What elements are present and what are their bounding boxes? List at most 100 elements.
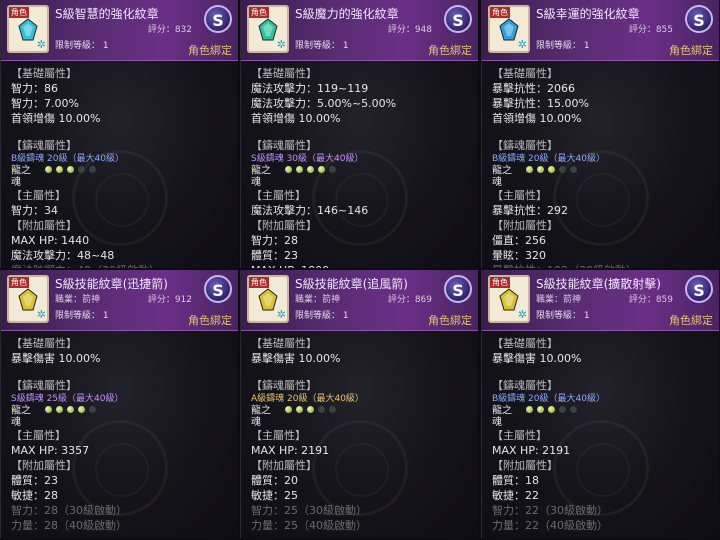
card-header: 角色 ✲ S級技能紋章(追風箭) 職業：箭神 評分：869 限制等級： 1 角色… — [241, 270, 478, 331]
soul-gem-filled-icon — [285, 166, 292, 173]
stat-line: 智力：22（30級啟動） — [492, 503, 608, 517]
stat-line: 僵直：256 — [492, 233, 546, 247]
emblem-card-3[interactable]: 角色 ✲ S級幸運的強化紋章 評分：855 限制等級： 1 角色綁定 S 【基礎… — [481, 0, 719, 268]
soul-grade: B級鑄魂 20級（最大40級） — [11, 154, 124, 164]
soul-gem-filled-icon — [67, 406, 74, 413]
extra-stats-list: 體質：20 敏捷：25 — [251, 473, 472, 503]
soul-gem-filled-icon — [548, 166, 555, 173]
stat-line: 力量：25（40級啟動） — [251, 518, 367, 532]
soul-gem-empty-icon — [329, 166, 336, 173]
emblem-card-1[interactable]: 角色 ✲ S級智慧的強化紋章 評分：832 限制等級： 1 角色綁定 S 【基礎… — [0, 0, 238, 268]
job-requirement: 職業：箭神 — [55, 295, 101, 305]
soul-gem-slots — [526, 165, 581, 176]
soul-gem-filled-icon — [56, 406, 63, 413]
soul-stats-header: 【鑄魂屬性】 — [492, 379, 558, 392]
main-stats-header: 【主屬性】 — [251, 188, 306, 202]
soul-gem-empty-icon — [318, 406, 325, 413]
rank-badge: S — [685, 5, 713, 33]
rank-badge: S — [204, 275, 232, 303]
soul-gem-filled-icon — [307, 406, 314, 413]
soul-gem-filled-icon — [548, 406, 555, 413]
card-header: 角色 ✲ S級智慧的強化紋章 評分：832 限制等級： 1 角色綁定 S — [1, 0, 238, 61]
stat-line: 暴擊抗性：15.00% — [492, 97, 589, 110]
soul-gem-empty-icon — [570, 166, 577, 173]
item-tag: 角色 — [490, 277, 510, 288]
soul-stats-header: 【鑄魂屬性】 — [11, 139, 77, 152]
dragon-label: 龍之 — [492, 405, 512, 417]
rank-badge: S — [444, 5, 472, 33]
soul-gem-filled-icon — [45, 166, 52, 173]
job-requirement: 職業：箭神 — [295, 295, 341, 305]
dragon-label: 龍之 — [11, 165, 31, 177]
soul-gem-filled-icon — [67, 166, 74, 173]
item-icon[interactable]: 角色 ✲ — [7, 275, 49, 323]
card-header: 角色 ✲ S級技能紋章(擴散射擊) 職業：箭神 評分：859 限制等級： 1 角… — [482, 270, 719, 331]
main-stats-header: 【主屬性】 — [492, 188, 547, 202]
item-icon[interactable]: 角色 ✲ — [247, 5, 289, 53]
emblem-tooltip-grid: 角色 ✲ S級智慧的強化紋章 評分：832 限制等級： 1 角色綁定 S 【基礎… — [0, 0, 720, 540]
item-score: 評分：855 — [628, 25, 673, 35]
soul-gem-empty-icon — [559, 406, 566, 413]
emblem-card-5[interactable]: 角色 ✲ S級技能紋章(追風箭) 職業：箭神 評分：869 限制等級： 1 角色… — [240, 270, 478, 538]
basic-stats-header: 【基礎屬性】 — [11, 67, 77, 80]
emblem-card-4[interactable]: 角色 ✲ S級技能紋章(迅捷箭) 職業：箭神 評分：912 限制等級： 1 角色… — [0, 270, 238, 538]
soul-label: 魂 — [251, 176, 261, 188]
bind-status: 角色綁定 — [669, 314, 713, 327]
stat-line: 智力：28（30級啟動） — [11, 503, 127, 517]
stat-line: 智力：7.00% — [11, 97, 79, 110]
extra-stats-header: 【附加屬性】 — [11, 218, 77, 232]
item-tag: 角色 — [249, 277, 269, 288]
item-score: 評分：912 — [147, 295, 192, 305]
dragon-label: 龍之 — [251, 165, 271, 177]
basic-stats-list: 暴擊傷害 10.00% — [11, 351, 232, 366]
dragon-label: 龍之 — [251, 405, 271, 417]
soul-gem-empty-icon — [559, 166, 566, 173]
job-requirement: 職業：箭神 — [536, 295, 582, 305]
inactive-stats-list: 智力：22（30級啟動） 力量：22（40級啟動） — [492, 503, 713, 533]
item-title: S級智慧的強化紋章 — [55, 7, 159, 21]
emblem-card-2[interactable]: 角色 ✲ S級魔力的強化紋章 評分：948 限制等級： 1 角色綁定 S 【基礎… — [240, 0, 478, 268]
soul-gem-filled-icon — [537, 406, 544, 413]
card-header: 角色 ✲ S級魔力的強化紋章 評分：948 限制等級： 1 角色綁定 S — [241, 0, 478, 61]
stat-line: 暈眩：320 — [492, 248, 546, 262]
main-stats-list: MAX HP: 2191 — [251, 443, 472, 458]
stat-line: MAX HP: 3357 — [11, 443, 90, 457]
bind-status: 角色綁定 — [669, 44, 713, 57]
stats-body: 【基礎屬性】 暴擊抗性：2066 暴擊抗性：15.00% 首領增傷 10.00% 【… — [492, 66, 713, 268]
dragon-soul-row: 龍之 — [251, 405, 472, 417]
basic-stats-list: 智力：86 智力：7.00% 首領增傷 10.00% — [11, 81, 232, 126]
item-icon[interactable]: 角色 ✲ — [488, 275, 530, 323]
extra-stats-header: 【附加屬性】 — [492, 458, 558, 472]
stats-body: 【基礎屬性】 暴擊傷害 10.00% 【鑄魂屬性】 B級鑄魂 20級（最大40級… — [492, 336, 713, 538]
soul-label: 魂 — [492, 416, 502, 428]
stat-line: 智力：28 — [251, 233, 298, 247]
main-stats-list: 魔法攻擊力：146~146 — [251, 203, 472, 218]
stat-line: 體質：20 — [251, 473, 298, 487]
stats-body: 【基礎屬性】 魔法攻擊力：119~119 魔法攻擊力：5.00%~5.00% 首領增… — [251, 66, 472, 268]
main-stats-list: MAX HP: 2191 — [492, 443, 713, 458]
emblem-card-6[interactable]: 角色 ✲ S級技能紋章(擴散射擊) 職業：箭神 評分：859 限制等級： 1 角… — [481, 270, 719, 538]
stat-line: MAX HP: 2191 — [492, 443, 571, 457]
soul-gem-filled-icon — [307, 166, 314, 173]
soul-label: 魂 — [251, 416, 261, 428]
emblem-gem-icon — [258, 288, 278, 311]
extra-stats-list: 僵直：256 暈眩：320 — [492, 233, 713, 263]
item-tag: 角色 — [9, 7, 29, 18]
stat-line: MAX HP: 1800 — [251, 263, 472, 269]
emblem-gem-icon — [499, 18, 519, 41]
stat-line: 力量：28（40級啟動） — [11, 518, 127, 532]
stat-line: MAX HP: 1440 — [11, 233, 90, 247]
item-score: 評分：859 — [628, 295, 673, 305]
item-icon[interactable]: 角色 ✲ — [247, 275, 289, 323]
stat-line: 體質：18 — [492, 473, 539, 487]
extra-stats-list: 體質：18 敏捷：22 — [492, 473, 713, 503]
stat-line: 智力：25（30級啟動） — [251, 503, 367, 517]
item-tag: 角色 — [9, 277, 29, 288]
item-icon[interactable]: 角色 ✲ — [488, 5, 530, 53]
soul-gem-filled-icon — [296, 406, 303, 413]
soul-gem-filled-icon — [45, 406, 52, 413]
extra-stats-list: 體質：23 敏捷：28 — [11, 473, 232, 503]
main-stats-list: MAX HP: 3357 — [11, 443, 232, 458]
soul-gem-filled-icon — [56, 166, 63, 173]
item-icon[interactable]: 角色 ✲ — [7, 5, 49, 53]
